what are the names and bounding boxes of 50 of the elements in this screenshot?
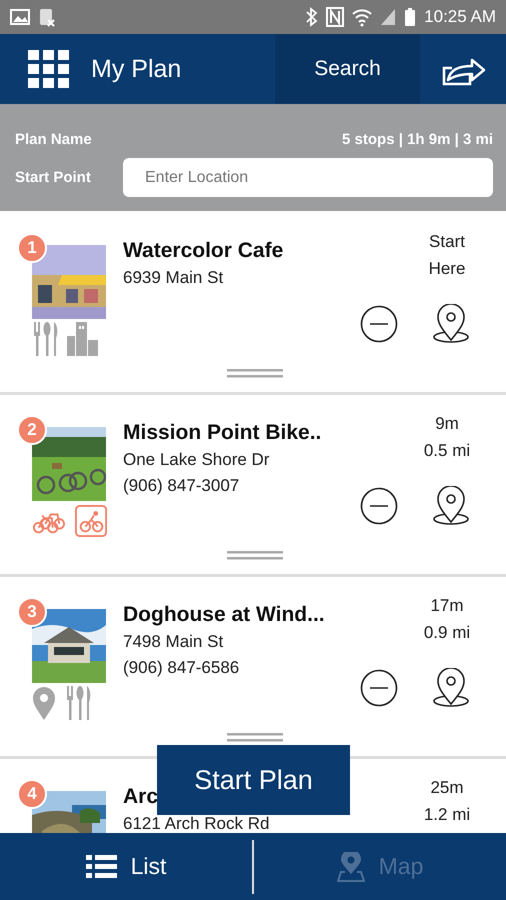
number-badge: 3: [17, 597, 47, 627]
travel-info: 9m: [435, 414, 459, 434]
travel-info: Start: [429, 232, 465, 252]
travel-info: Here: [428, 259, 466, 279]
app-title: My Plan: [91, 54, 182, 84]
stop-detail: 6939 Main St: [123, 268, 224, 288]
nfc-icon: [326, 7, 344, 27]
travel-info: 0.5 mi: [424, 441, 470, 461]
plan-name-label: Plan Name: [15, 130, 92, 148]
signal-icon: [380, 7, 396, 27]
stop-name: Mission Point Bike..: [123, 421, 322, 445]
start-plan-button[interactable]: Start Plan: [157, 745, 350, 815]
remove-icon[interactable]: [360, 486, 398, 524]
plan-summary: 5 stops | 1h 9m | 3 mi: [342, 130, 493, 148]
number-badge: 1: [17, 233, 47, 263]
stop-detail: 6121 Arch Rock Rd: [123, 814, 270, 833]
stop-name: Watercolor Cafe: [123, 239, 284, 263]
travel-info: 0.9 mi: [424, 623, 470, 643]
map-pin-icon: [336, 852, 365, 882]
drag-handle-icon[interactable]: [226, 551, 282, 560]
location-field[interactable]: Enter Location: [123, 158, 493, 197]
list-icon: [86, 855, 117, 878]
number-badge: 4: [17, 779, 47, 809]
location-pin-icon[interactable]: [432, 304, 470, 343]
stop-detail: 7498 Main St: [123, 632, 224, 652]
location-pin-icon[interactable]: [432, 668, 470, 707]
stop-name: Arc: [123, 785, 160, 809]
start-point-label: Start Point: [15, 169, 92, 186]
menu-icon: [28, 50, 69, 88]
number-badge: 2: [17, 415, 47, 445]
search-button[interactable]: Search: [275, 34, 420, 104]
remove-icon[interactable]: [360, 668, 398, 706]
wifi-icon: [352, 7, 372, 27]
bluetooth-icon: [304, 7, 318, 27]
battery-icon: [404, 7, 416, 27]
remove-icon[interactable]: [360, 304, 398, 342]
stop-name: Doghouse at Wind...: [123, 603, 326, 627]
file-icon: [38, 8, 56, 26]
stop-detail: One Lake Shore Dr: [123, 450, 270, 470]
stop-detail: (906) 847-6586: [123, 658, 240, 678]
drag-handle-icon[interactable]: [226, 733, 282, 742]
travel-info: 17m: [430, 596, 464, 616]
status-time: 10:25 AM: [424, 7, 496, 27]
location-pin-icon[interactable]: [432, 486, 470, 525]
stop-detail: (906) 847-3007: [123, 476, 240, 496]
image-icon: [10, 8, 30, 26]
drag-handle-icon[interactable]: [226, 369, 282, 378]
tab[interactable]: List: [0, 833, 252, 900]
travel-info: 1.2 mi: [424, 805, 470, 825]
travel-info: 25m: [430, 778, 464, 798]
